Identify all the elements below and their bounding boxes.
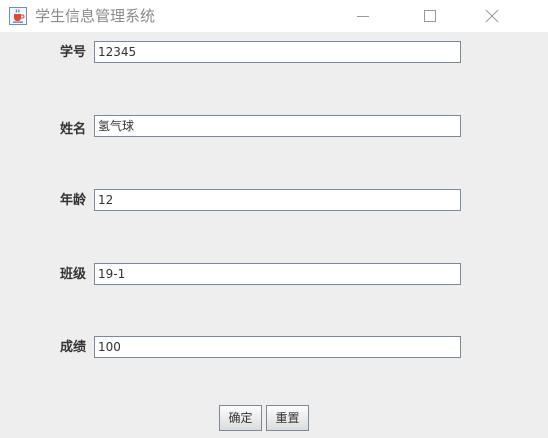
age-label: 年龄 bbox=[60, 193, 87, 208]
student-id-input[interactable]: 12345 bbox=[94, 41, 461, 63]
title-bar[interactable]: 学生信息管理系统 bbox=[0, 0, 548, 32]
maximize-icon bbox=[424, 10, 436, 22]
window-title: 学生信息管理系统 bbox=[35, 7, 156, 25]
close-icon bbox=[485, 9, 499, 23]
java-coffee-cup-icon bbox=[9, 7, 27, 25]
age-input[interactable]: 12 bbox=[94, 189, 461, 211]
class-label: 班级 bbox=[60, 267, 87, 282]
class-input[interactable]: 19-1 bbox=[94, 263, 461, 285]
main-window: 学生信息管理系统 学号 12345 姓名 氢气球 年龄 12 班级 19-1 成… bbox=[0, 0, 548, 438]
name-label: 姓名 bbox=[60, 122, 87, 137]
name-input[interactable]: 氢气球 bbox=[94, 115, 461, 137]
confirm-button[interactable]: 确定 bbox=[219, 405, 262, 431]
minimize-button[interactable] bbox=[340, 0, 386, 32]
form-panel: 学号 12345 姓名 氢气球 年龄 12 班级 19-1 成绩 100 确定 … bbox=[8, 32, 540, 438]
reset-button[interactable]: 重置 bbox=[266, 405, 309, 431]
student-id-label: 学号 bbox=[60, 45, 87, 60]
maximize-button[interactable] bbox=[407, 0, 453, 32]
score-input[interactable]: 100 bbox=[94, 336, 461, 358]
score-label: 成绩 bbox=[60, 340, 87, 355]
minimize-icon bbox=[357, 16, 369, 17]
close-button[interactable] bbox=[469, 0, 515, 32]
